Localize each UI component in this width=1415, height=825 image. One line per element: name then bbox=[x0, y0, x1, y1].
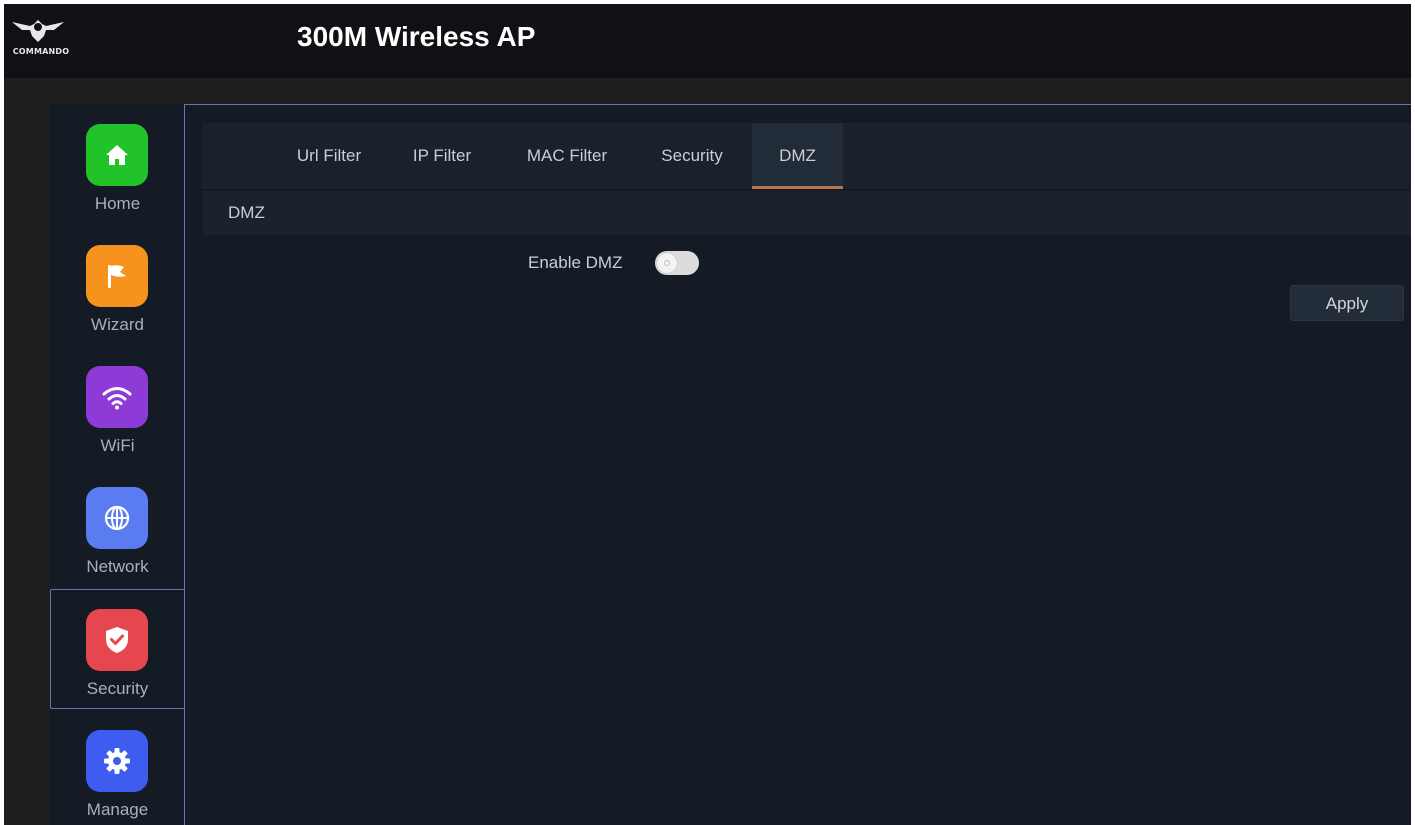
wifi-icon bbox=[86, 366, 148, 428]
sidebar-item-label: Security bbox=[86, 679, 149, 698]
enable-dmz-label: Enable DMZ bbox=[528, 253, 623, 272]
enable-dmz-toggle[interactable] bbox=[655, 251, 699, 275]
sidebar: Home Wizard WiFi Network Security Manage bbox=[50, 104, 185, 825]
tab-mac-filter[interactable]: MAC Filter bbox=[512, 123, 622, 189]
router-admin-screen: COMMANDO 300M Wireless AP Home Wizard Wi… bbox=[4, 4, 1411, 825]
tab-ip-filter[interactable]: IP Filter bbox=[402, 123, 482, 189]
sidebar-item-label: Manage bbox=[86, 800, 149, 819]
tab-url-filter[interactable]: Url Filter bbox=[282, 123, 376, 189]
brand-logo: COMMANDO bbox=[10, 16, 69, 60]
section-header: DMZ bbox=[202, 191, 1411, 235]
sidebar-item-home[interactable]: Home bbox=[50, 104, 185, 224]
toggle-knob bbox=[657, 253, 677, 273]
sidebar-item-label: Network bbox=[86, 557, 149, 576]
app-title: 300M Wireless AP bbox=[297, 21, 536, 52]
top-header: COMMANDO 300M Wireless AP bbox=[4, 4, 1411, 78]
brand-logo-text: COMMANDO bbox=[12, 47, 70, 56]
tab-dmz[interactable]: DMZ bbox=[752, 123, 843, 189]
sidebar-item-label: WiFi bbox=[100, 436, 135, 455]
tab-security[interactable]: Security bbox=[647, 123, 737, 189]
home-icon bbox=[86, 124, 148, 186]
sidebar-item-label: Wizard bbox=[91, 315, 144, 334]
sidebar-item-wizard[interactable]: Wizard bbox=[50, 225, 185, 345]
apply-button[interactable]: Apply bbox=[1290, 285, 1404, 321]
sidebar-item-label: Home bbox=[94, 194, 141, 213]
tab-bar: Url Filter IP Filter MAC Filter Security… bbox=[202, 123, 1411, 189]
sidebar-item-manage[interactable]: Manage bbox=[50, 710, 185, 825]
gear-icon bbox=[86, 730, 148, 792]
sidebar-item-network[interactable]: Network bbox=[50, 467, 185, 587]
section-title: DMZ bbox=[228, 203, 265, 222]
flag-icon bbox=[86, 245, 148, 307]
globe-icon bbox=[86, 487, 148, 549]
shield-icon bbox=[86, 609, 148, 671]
sidebar-item-security[interactable]: Security bbox=[50, 589, 185, 709]
content-panel: Url Filter IP Filter MAC Filter Security… bbox=[184, 104, 1411, 825]
sidebar-item-wifi[interactable]: WiFi bbox=[50, 346, 185, 466]
